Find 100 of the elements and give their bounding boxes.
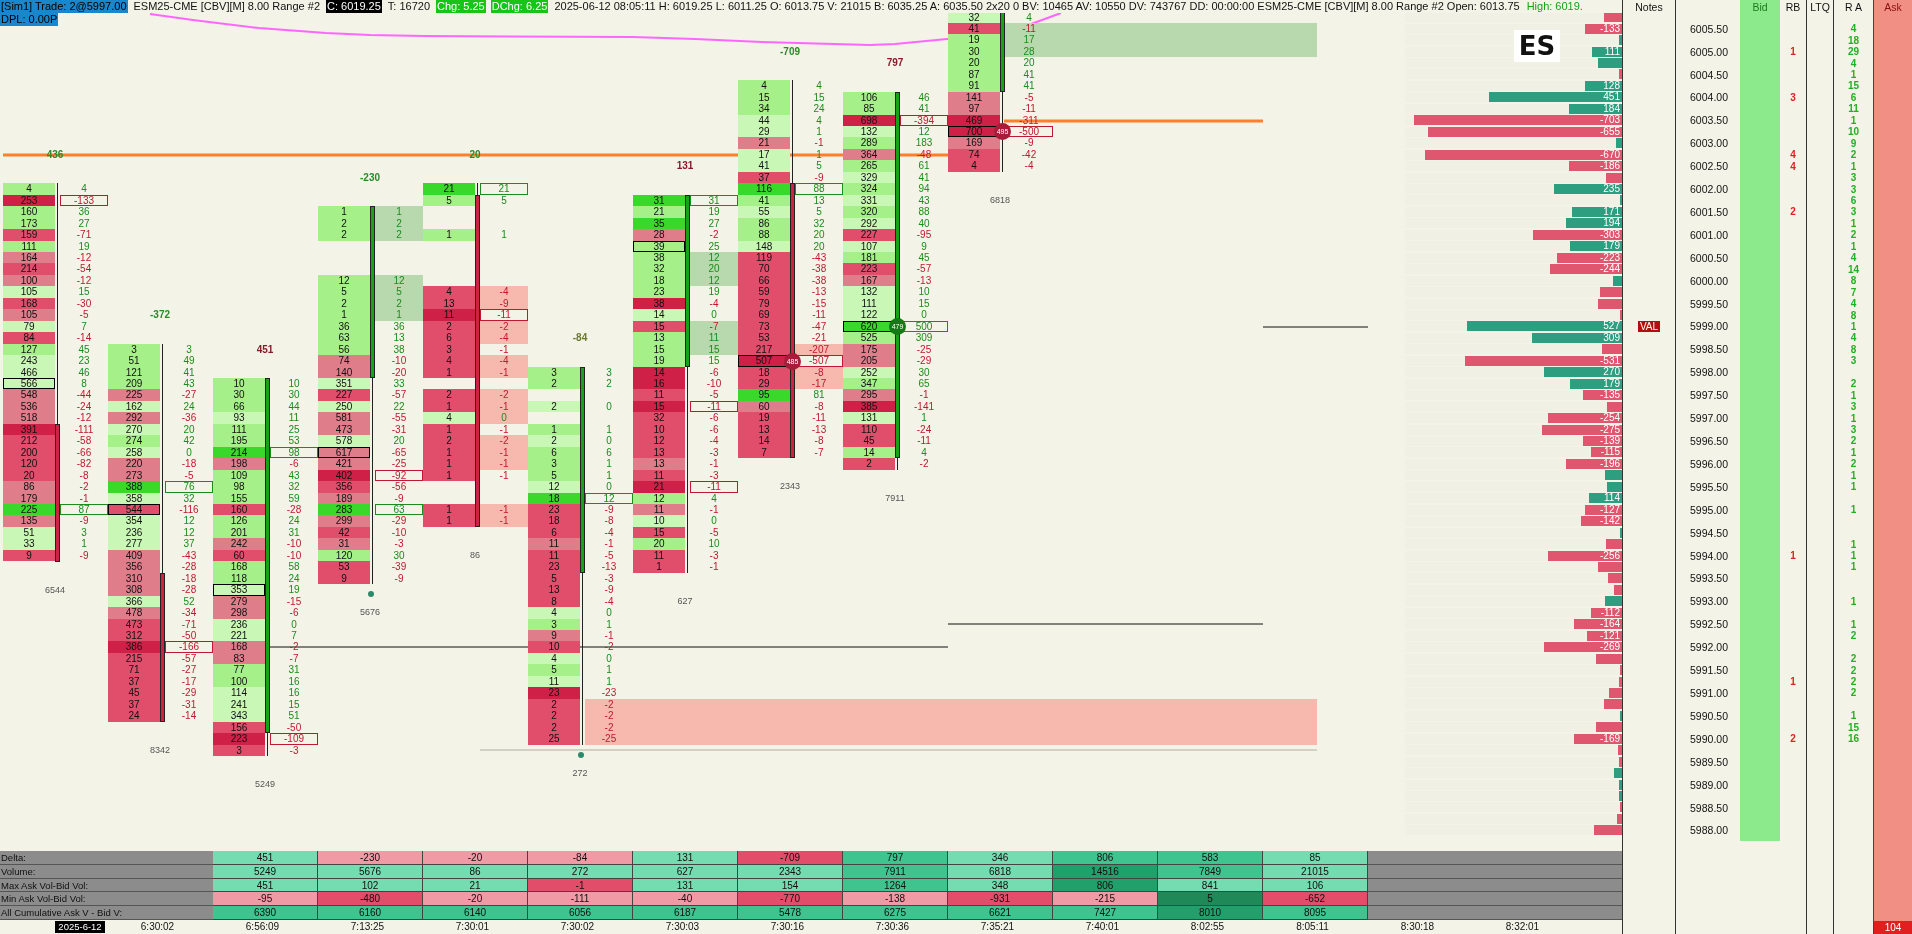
ra-value: 1 bbox=[1850, 412, 1857, 424]
delta-cell-text: 61 bbox=[917, 160, 931, 172]
delta-cell-text: 37 bbox=[182, 538, 196, 550]
profile-bar: -275 bbox=[1541, 424, 1622, 435]
delta-cell-text: -43 bbox=[810, 252, 828, 264]
bar-delta-label: 797 bbox=[886, 57, 904, 69]
volume-cell: 2 bbox=[843, 458, 895, 470]
price-label: 5995.50 bbox=[1690, 480, 1728, 493]
delta-cell-text: 0 bbox=[605, 652, 613, 665]
rb-value: 1 bbox=[1790, 550, 1796, 561]
volume-cell: 23 bbox=[528, 687, 580, 699]
rb-value: 1 bbox=[1790, 46, 1796, 58]
table-cell: 6187 bbox=[633, 906, 738, 920]
delta-cell-text: 88 bbox=[917, 206, 931, 218]
time-label: 8:05:11 bbox=[1295, 921, 1330, 933]
rb-value: 2 bbox=[1790, 733, 1796, 745]
delta-cell-text: -5 bbox=[1023, 91, 1035, 104]
price-label: 5998.00 bbox=[1690, 366, 1728, 379]
volume-cell: 34 bbox=[738, 103, 790, 115]
delta-cell-text: 309 bbox=[914, 332, 934, 344]
bar-delta-label: 131 bbox=[676, 160, 694, 172]
delta-cell-text: -17 bbox=[180, 675, 198, 688]
delta-cell-text: -25 bbox=[915, 343, 933, 356]
profile-bar: -135 bbox=[1582, 390, 1622, 401]
delta-cell-text: -1 bbox=[498, 343, 510, 356]
profile-bar: -269 bbox=[1543, 642, 1622, 653]
table-cell: -20 bbox=[423, 892, 528, 907]
delta-cell: -1 bbox=[480, 458, 528, 470]
ra-value: 2 bbox=[1850, 435, 1857, 447]
volume-cell: 53 bbox=[738, 332, 790, 344]
delta-cell-text: -18 bbox=[180, 458, 198, 470]
volume-cell: 41 bbox=[738, 160, 790, 172]
volume-cell: 5 bbox=[318, 286, 370, 298]
row-label: Min Ask Vol-Bid Vol: bbox=[0, 892, 213, 907]
delta-cell-text: 43 bbox=[917, 194, 931, 207]
delta-cell-text: -30 bbox=[75, 297, 93, 310]
profile-bar: -133 bbox=[1585, 23, 1622, 34]
delta-cell-text: 13 bbox=[812, 194, 826, 207]
volume-cell: 356 bbox=[318, 481, 370, 493]
status-text: High: 6019. bbox=[1525, 0, 1584, 13]
profile-bar: 128 bbox=[1585, 80, 1622, 91]
bar-delta-label: -709 bbox=[780, 45, 800, 58]
row-label: All Cumulative Ask V - Bid V: bbox=[0, 906, 213, 920]
bar-volume-label: 8342 bbox=[150, 744, 170, 757]
delta-cell-text: -11 bbox=[811, 412, 827, 424]
delta-cell: 0 bbox=[480, 412, 528, 424]
table-cell: -20 bbox=[423, 851, 528, 865]
delta-cell-text: 11 bbox=[287, 412, 301, 424]
table-cell: -84 bbox=[528, 851, 633, 865]
ra-value: 1 bbox=[1850, 469, 1857, 481]
volume-cell: 2 bbox=[528, 378, 580, 390]
column-header: Bid bbox=[1751, 1, 1769, 13]
delta-cell-text: 22 bbox=[392, 400, 406, 413]
profile-bar: 235 bbox=[1553, 184, 1622, 194]
ra-value: 1 bbox=[1850, 240, 1857, 252]
volume-cell: 277 bbox=[108, 538, 160, 550]
volume-cell: 132 bbox=[843, 286, 895, 298]
table-cell: -215 bbox=[1053, 892, 1158, 907]
delta-cell: 11 bbox=[690, 332, 738, 344]
volume-cell: 3 bbox=[528, 458, 580, 470]
delta-cell-text: 4 bbox=[920, 446, 928, 459]
volume-cell: 19 bbox=[633, 355, 685, 367]
delta-cell-text: 183 bbox=[914, 137, 934, 149]
volume-cell: 10 bbox=[528, 641, 580, 653]
table-cell: -95 bbox=[213, 892, 318, 907]
table-cell: 6621 bbox=[948, 906, 1053, 920]
delta-cell-text: -13 bbox=[915, 274, 933, 287]
delta-cell-text: -4 bbox=[708, 297, 720, 310]
profile-bar: -244 bbox=[1550, 264, 1622, 275]
volume-cell: 97 bbox=[948, 103, 1000, 115]
table-cell: 6390 bbox=[213, 906, 318, 920]
time-label: 8:02:55 bbox=[1189, 921, 1226, 933]
volume-cell: 23 bbox=[633, 286, 685, 298]
volume-cell: 77 bbox=[213, 664, 265, 676]
profile-bar: -127 bbox=[1585, 504, 1622, 515]
delta-cell-text: -15 bbox=[285, 595, 303, 608]
ra-value: 3 bbox=[1850, 172, 1857, 184]
delta-cell-text: 19 bbox=[707, 206, 721, 218]
rb-value: 4 bbox=[1790, 160, 1796, 172]
delta-cell-text: 4 bbox=[815, 114, 823, 127]
volume-cell: 236 bbox=[213, 618, 265, 630]
delta-cell: 12 bbox=[375, 274, 423, 287]
ra-value: 6 bbox=[1850, 194, 1857, 206]
volume-cell: 45 bbox=[108, 687, 160, 699]
account-badge: DPL: 0.00P bbox=[0, 13, 59, 26]
delta-cell-text: -3 bbox=[393, 538, 405, 550]
profile-bar: -164 bbox=[1574, 619, 1622, 630]
delta-cell-text: 1 bbox=[80, 538, 88, 550]
delta-cell-text: 1 bbox=[605, 469, 613, 482]
delta-cell-text: -11 bbox=[1021, 103, 1037, 115]
price-label: 5996.00 bbox=[1690, 457, 1728, 470]
delta-cell-text: 41 bbox=[1022, 80, 1036, 92]
delta-cell-text: -116 bbox=[178, 504, 200, 516]
rb-value: 2 bbox=[1790, 206, 1796, 218]
volume-cell: 59 bbox=[738, 286, 790, 298]
profile-bar: -703 bbox=[1413, 115, 1622, 126]
volume-cell: 12 bbox=[528, 481, 580, 493]
delta-cell-text: 1 bbox=[500, 229, 508, 241]
delta-cell-text: 0 bbox=[605, 481, 613, 493]
profile-bar: 451 bbox=[1488, 92, 1622, 103]
